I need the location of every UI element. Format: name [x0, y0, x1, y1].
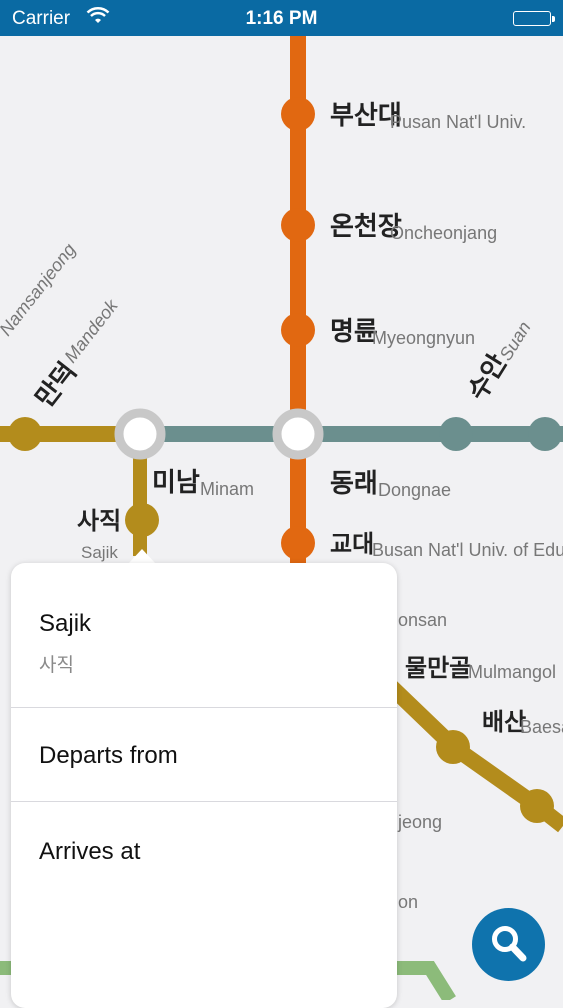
label-ko-dongnae: 동래 [330, 469, 378, 499]
popover-station-name-korean: 사직 [39, 654, 74, 676]
departs-from-label: Departs from [39, 742, 178, 769]
station-oncheonjang[interactable] [281, 208, 315, 242]
label-en-dongnae: Dongnae [378, 480, 451, 500]
label-en-mulmangol: Mulmangol [468, 662, 556, 682]
station-gyodae[interactable] [281, 526, 315, 560]
label-en-sajik: Sajik [81, 543, 118, 562]
label-en-mandeok: Mandeok [60, 295, 122, 366]
arrives-at-label: Arrives at [39, 838, 141, 865]
label-ko-mulmangol: 물만골 [405, 654, 471, 682]
label-en-suan: Suan [495, 318, 534, 364]
label-en-yeonsan-partial: onsan [398, 610, 447, 630]
label-en-partial-jeong: jeong [397, 812, 442, 832]
station-suan[interactable] [439, 417, 473, 451]
label-en-baesan: Baesan [520, 717, 563, 737]
departs-from-option[interactable]: Departs from [11, 707, 397, 801]
station-next-gold[interactable] [520, 789, 554, 823]
label-en-pusan-univ: Pusan Nat'l Univ. [390, 112, 526, 132]
transfer-station-minam[interactable] [114, 408, 166, 460]
popover-arrow [128, 549, 156, 564]
label-en-minam: Minam [200, 479, 254, 499]
label-en-partial-on: on [398, 892, 418, 912]
label-ko-minam: 미남 [152, 468, 200, 498]
label-ko-myeongnyun: 명륜 [330, 317, 378, 347]
status-bar: Carrier 1:16 PM [0, 0, 563, 36]
magnifier-icon [492, 926, 527, 962]
station-nakmin[interactable] [528, 417, 562, 451]
station-popover: Sajik 사직 Departs from Arrives at [11, 563, 397, 1008]
label-en-myeongnyun: Myeongnyun [372, 328, 475, 348]
battery-icon [513, 11, 555, 26]
station-sajik[interactable] [125, 503, 159, 537]
station-mandeok[interactable] [8, 417, 42, 451]
label-en-namsanjeong: Namsanjeong [0, 240, 80, 340]
station-baesan[interactable] [436, 730, 470, 764]
station-myeongnyun[interactable] [281, 313, 315, 347]
popover-station-name: Sajik [39, 610, 92, 637]
station-pusan-univ[interactable] [281, 97, 315, 131]
label-ko-gyodae: 교대 [330, 530, 374, 558]
arrives-at-option[interactable]: Arrives at [11, 801, 397, 911]
clock: 1:16 PM [245, 8, 318, 29]
label-en-oncheonjang: Oncheonjang [390, 223, 497, 243]
label-en-gyodae: Busan Nat'l Univ. of Edu. [372, 540, 563, 560]
search-button[interactable] [472, 908, 545, 981]
label-ko-sajik: 사직 [77, 507, 121, 535]
line-green [395, 961, 456, 1000]
transfer-station-dongnae[interactable] [272, 408, 324, 460]
